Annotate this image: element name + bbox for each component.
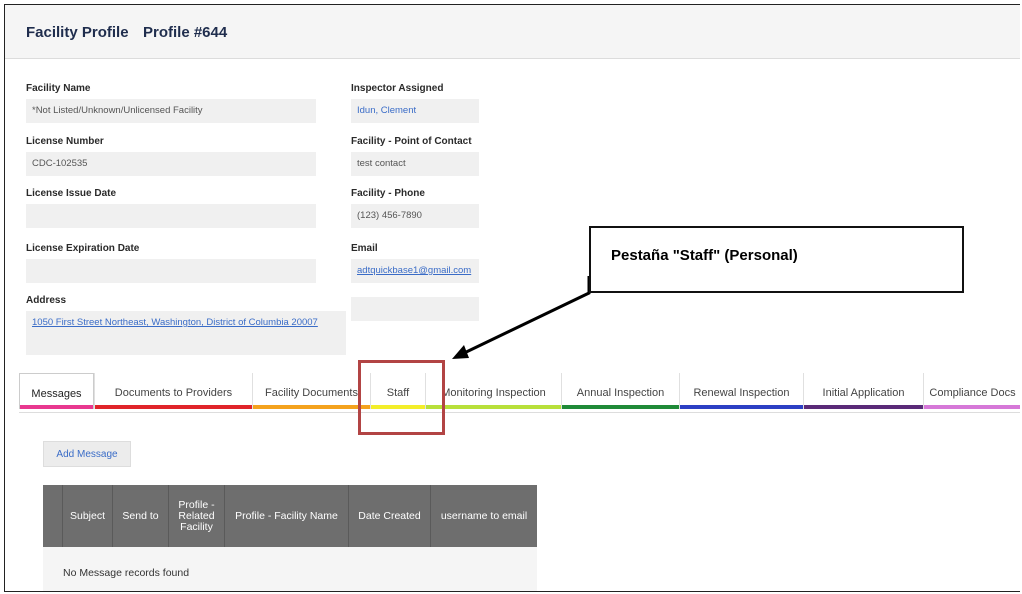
callout-arrow <box>452 276 591 359</box>
app-frame: Facility Profile Profile #644 Facility N… <box>4 4 1020 592</box>
callout-box: Pestaña "Staff" (Personal) <box>589 226 964 293</box>
